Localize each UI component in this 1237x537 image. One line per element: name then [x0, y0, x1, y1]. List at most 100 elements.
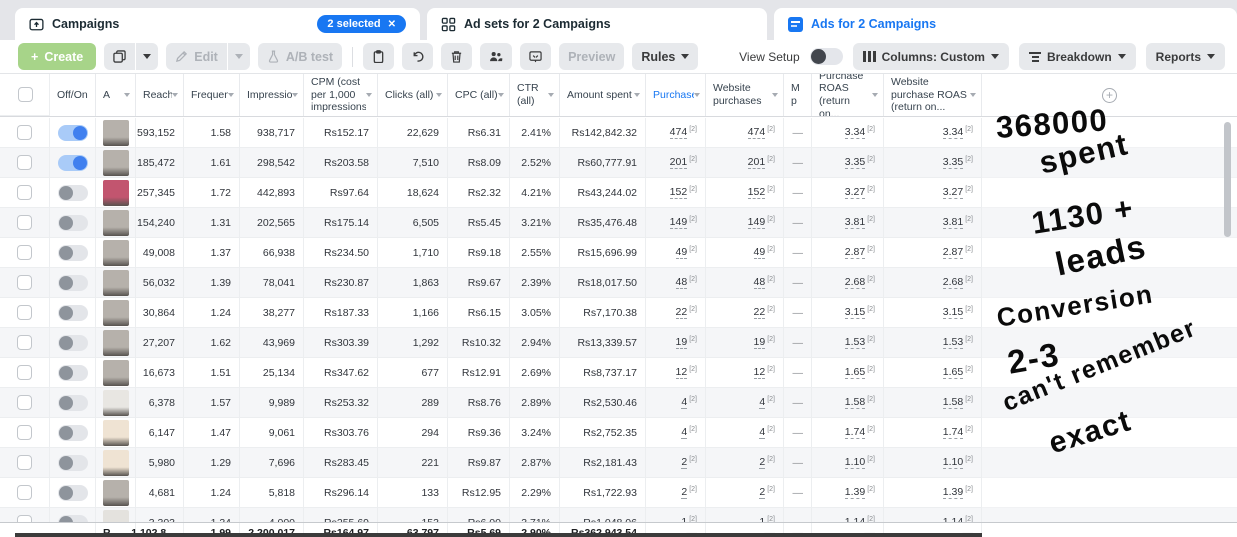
row-checkbox[interactable] [17, 275, 32, 290]
preview-button[interactable]: Preview [559, 43, 624, 70]
off-on-toggle[interactable] [58, 215, 88, 231]
sort-caret-icon[interactable] [548, 93, 554, 97]
row-checkbox[interactable] [17, 455, 32, 470]
sort-caret-icon[interactable] [436, 93, 442, 97]
select-all-checkbox[interactable] [18, 87, 33, 102]
cell-wroas: 1.39[2] [884, 478, 982, 508]
off-on-toggle[interactable] [58, 425, 88, 441]
off-on-toggle[interactable] [58, 275, 88, 291]
sort-caret-icon[interactable] [124, 93, 130, 97]
row-checkbox-cell [0, 418, 50, 448]
edit-dropdown-button[interactable] [228, 43, 250, 70]
cell-wpur: 12[2] [706, 358, 784, 388]
row-checkbox[interactable] [17, 125, 32, 140]
reports-button[interactable]: Reports [1146, 43, 1225, 70]
cell-imp: 43,969 [240, 328, 304, 358]
deselect-close-icon[interactable]: ✕ [388, 19, 396, 30]
row-checkbox[interactable] [17, 395, 32, 410]
cell-imp: 9,061 [240, 418, 304, 448]
off-on-toggle[interactable] [58, 365, 88, 381]
vertical-scrollbar[interactable] [1224, 122, 1231, 237]
row-checkbox[interactable] [17, 485, 32, 500]
off-on-toggle[interactable] [58, 245, 88, 261]
ad-thumbnail[interactable] [103, 330, 129, 356]
off-on-toggle[interactable] [58, 485, 88, 501]
cell-spent: Rs2,530.46 [560, 388, 646, 418]
row-checkbox[interactable] [17, 305, 32, 320]
off-on-toggle[interactable] [58, 455, 88, 471]
tab-adsets[interactable]: Ad sets for 2 Campaigns [427, 8, 767, 40]
cell-freq: 1.58 [184, 118, 240, 148]
ad-thumbnail[interactable] [103, 270, 129, 296]
ad-thumbnail[interactable] [103, 120, 129, 146]
sort-caret-icon[interactable] [634, 93, 640, 97]
ad-thumbnail-cell [96, 418, 136, 448]
add-column-icon[interactable]: + [1102, 88, 1117, 103]
create-button[interactable]: + Create [18, 43, 96, 70]
off-on-toggle[interactable] [58, 155, 88, 171]
cell-freq: 1.72 [184, 178, 240, 208]
ad-thumbnail[interactable] [103, 240, 129, 266]
metric-value: 201 [748, 156, 766, 169]
view-setup-toggle[interactable] [810, 48, 843, 65]
ad-thumbnail[interactable] [103, 480, 129, 506]
duplicate-dropdown-button[interactable] [136, 43, 158, 70]
off-on-toggle[interactable] [58, 185, 88, 201]
rules-button[interactable]: Rules [632, 43, 698, 70]
ad-thumbnail[interactable] [103, 450, 129, 476]
ad-thumbnail[interactable] [103, 150, 129, 176]
ad-thumbnail[interactable] [103, 360, 129, 386]
sort-caret-icon[interactable] [292, 93, 298, 97]
cell-clicks: 1,863 [378, 268, 448, 298]
off-on-toggle[interactable] [58, 335, 88, 351]
ab-test-button[interactable]: A/B test [258, 43, 342, 70]
column-header: Impressio [240, 74, 304, 116]
audience-button[interactable] [480, 43, 512, 70]
cell-cpc: Rs5.45 [448, 208, 510, 238]
cell-spent: Rs15,696.99 [560, 238, 646, 268]
sort-caret-icon[interactable] [694, 93, 700, 97]
ad-thumbnail[interactable] [103, 300, 129, 326]
off-on-toggle[interactable] [58, 125, 88, 141]
ref-note: [2] [867, 126, 875, 133]
cell-clicks: 7,510 [378, 148, 448, 178]
row-checkbox[interactable] [17, 155, 32, 170]
row-checkbox[interactable] [17, 215, 32, 230]
cell-cpc: Rs9.67 [448, 268, 510, 298]
ad-thumbnail[interactable] [103, 210, 129, 236]
edit-button[interactable]: Edit [166, 43, 227, 70]
undo-button[interactable] [402, 43, 433, 70]
toggle-knob [59, 216, 73, 230]
sort-caret-icon[interactable] [172, 93, 178, 97]
selected-count-badge[interactable]: 2 selected ✕ [317, 15, 406, 33]
sort-caret-icon[interactable] [970, 93, 976, 97]
tab-ads[interactable]: Ads for 2 Campaigns [774, 8, 1237, 40]
row-checkbox[interactable] [17, 335, 32, 350]
table-row: 154,2401.31202,565Rs175.146,505Rs5.453.2… [0, 208, 1237, 238]
sort-caret-icon[interactable] [872, 93, 878, 97]
off-on-toggle[interactable] [58, 305, 88, 321]
ad-thumbnail[interactable] [103, 390, 129, 416]
metric-value: 3.35 [845, 156, 865, 169]
cell-roas: 3.34[2] [812, 118, 884, 148]
row-checkbox[interactable] [17, 425, 32, 440]
delete-button[interactable] [441, 43, 472, 70]
cell-mp: — [784, 388, 812, 418]
horizontal-scrollbar[interactable] [15, 533, 982, 537]
sort-caret-icon[interactable] [498, 93, 504, 97]
duplicate-button[interactable] [104, 43, 135, 70]
sort-caret-icon[interactable] [366, 93, 372, 97]
columns-button[interactable]: Columns: Custom [853, 43, 1009, 70]
tab-campaigns[interactable]: Campaigns 2 selected ✕ [15, 8, 420, 40]
ad-thumbnail[interactable] [103, 180, 129, 206]
off-on-toggle[interactable] [58, 395, 88, 411]
row-checkbox[interactable] [17, 365, 32, 380]
ad-thumbnail[interactable] [103, 420, 129, 446]
breakdown-button[interactable]: Breakdown [1019, 43, 1136, 70]
sort-caret-icon[interactable] [772, 93, 778, 97]
row-checkbox[interactable] [17, 245, 32, 260]
sort-caret-icon[interactable] [228, 93, 234, 97]
pixel-button[interactable] [520, 43, 551, 70]
row-checkbox[interactable] [17, 185, 32, 200]
clipboard-button[interactable] [363, 43, 394, 70]
